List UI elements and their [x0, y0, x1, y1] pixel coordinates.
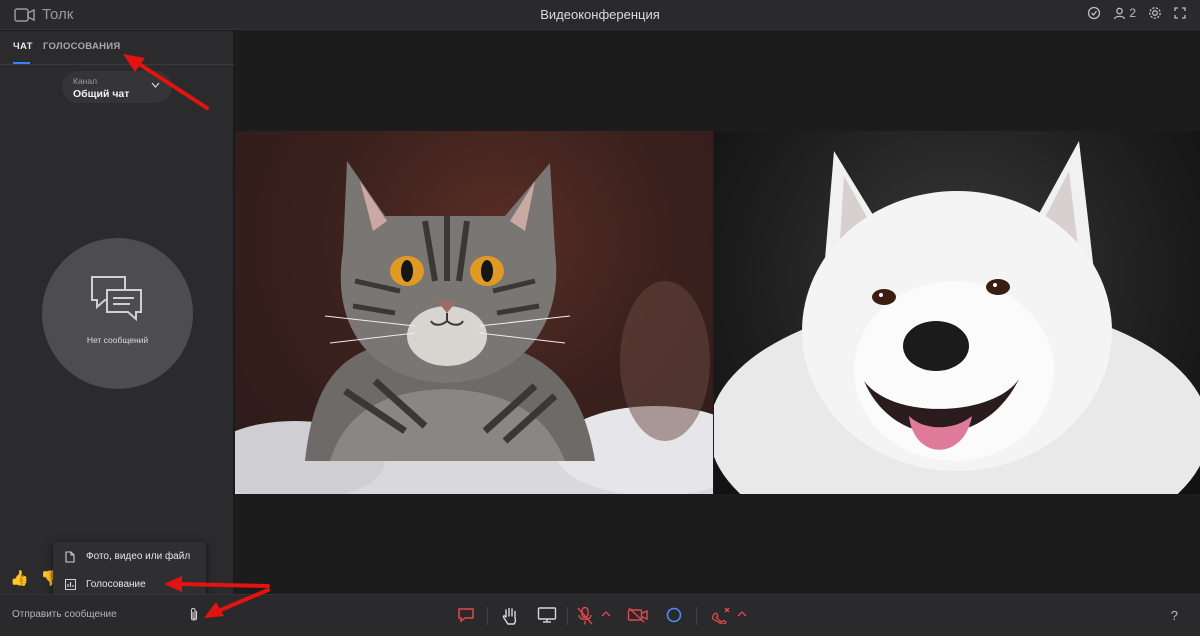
chevron-up-icon[interactable]: [737, 610, 747, 618]
video-tile-dog[interactable]: [714, 131, 1200, 494]
file-icon: [65, 551, 75, 563]
reactions-bar: 👍 👎: [10, 569, 59, 587]
bottom-bar: ?: [0, 594, 1200, 636]
attach-menu: Фото, видео или файл Голосование: [53, 542, 206, 600]
thumbs-up-icon[interactable]: 👍: [10, 569, 29, 587]
message-input[interactable]: [12, 609, 162, 620]
user-icon: [1114, 7, 1126, 19]
top-right-tools: 2: [1087, 6, 1186, 20]
brand: Толк: [14, 6, 73, 23]
chat-sidebar: ЧАТ ГОЛОСОВАНИЯ Канал Общий чат Нет сооб…: [0, 31, 234, 594]
video-stage: [235, 31, 1200, 594]
chevron-down-icon: [151, 82, 160, 88]
empty-chat-placeholder: Нет сообщений: [42, 238, 193, 389]
video-tile-cat[interactable]: [235, 131, 713, 494]
help-button[interactable]: ?: [1171, 608, 1178, 623]
channel-label: Канал: [73, 76, 98, 86]
end-call-icon[interactable]: [709, 606, 731, 624]
control-separator: [696, 607, 697, 625]
menu-item-attach-file[interactable]: Фото, видео или файл: [53, 544, 206, 570]
camera-off-icon[interactable]: [627, 606, 649, 624]
participants-button[interactable]: 2: [1113, 6, 1136, 20]
attach-icon[interactable]: [189, 607, 199, 623]
page-title: Видеоконференция: [540, 7, 660, 22]
record-icon[interactable]: [665, 606, 683, 624]
shield-check-icon[interactable]: [1087, 6, 1101, 20]
chat-bubbles-icon: [91, 276, 142, 322]
raise-hand-icon[interactable]: [501, 606, 519, 626]
active-tab-indicator: [13, 62, 30, 64]
expand-icon[interactable]: [1174, 7, 1186, 19]
menu-item-label: Голосование: [86, 579, 146, 590]
chevron-up-icon[interactable]: [601, 610, 611, 618]
participants-count: 2: [1129, 6, 1136, 20]
screen-share-icon[interactable]: [537, 606, 557, 624]
menu-item-label: Фото, видео или файл: [86, 551, 191, 562]
control-separator: [567, 607, 568, 625]
mic-muted-icon[interactable]: [576, 606, 594, 626]
video-camera-icon: [14, 7, 35, 22]
empty-chat-text: Нет сообщений: [86, 335, 149, 345]
brand-name: Толк: [42, 6, 74, 23]
top-bar: Толк Видеоконференция 2: [0, 0, 1200, 30]
control-separator: [487, 607, 488, 625]
poll-icon: [65, 579, 76, 590]
gear-icon[interactable]: [1148, 6, 1162, 20]
tab-chat[interactable]: ЧАТ: [13, 41, 33, 52]
sidebar-tabs: ЧАТ ГОЛОСОВАНИЯ: [0, 31, 234, 65]
channel-selector[interactable]: Канал Общий чат: [62, 71, 172, 103]
cat-video-image: [235, 161, 713, 494]
channel-value: Общий чат: [73, 88, 130, 100]
chat-icon[interactable]: [457, 606, 475, 624]
tab-polls[interactable]: ГОЛОСОВАНИЯ: [43, 41, 121, 52]
dog-video-image: [714, 141, 1200, 494]
